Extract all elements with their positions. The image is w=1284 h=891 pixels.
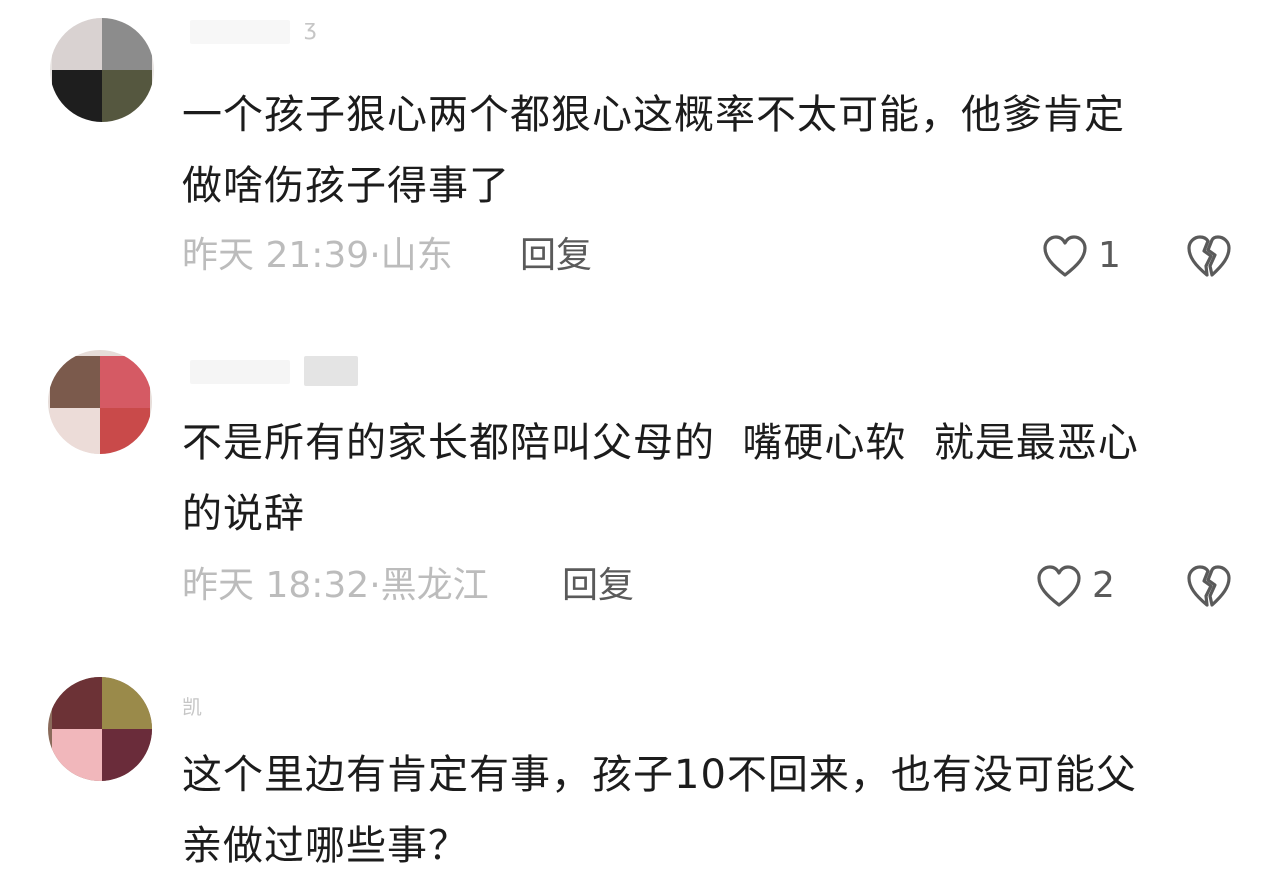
like-button[interactable]: 2 (1036, 561, 1115, 611)
avatar[interactable] (48, 350, 152, 454)
like-button[interactable]: 1 (1042, 231, 1121, 281)
comment-text: 这个里边有肯定有事，孩子10不回来，也有没可能父 亲做过哪些事？ (182, 740, 1242, 882)
reply-button[interactable]: 回复 (562, 561, 634, 611)
avatar-mosaic (52, 677, 152, 781)
username[interactable]: 凯 (182, 692, 202, 722)
comment-meta: 昨天 21:39·山东 (182, 231, 453, 281)
comment-time: 昨天 18:32· (182, 565, 381, 606)
reply-button[interactable]: 回复 (520, 231, 592, 281)
comment-text: 一个孩子狠心两个都狠心这概率不太可能，他爹肯定 做啥伤孩子得事了 (182, 80, 1242, 222)
comment-text-line: 的说辞 (182, 491, 305, 537)
comment-location: 黑龙江 (380, 565, 489, 606)
comment-meta: 昨天 18:32·黑龙江 (182, 561, 489, 611)
comment-text-line: 这个里边有肯定有事，孩子10不回来，也有没可能父 (182, 752, 1137, 798)
like-count: 2 (1092, 565, 1115, 606)
comment-time: 昨天 21:39· (182, 235, 381, 276)
like-count: 1 (1098, 235, 1121, 276)
avatar[interactable] (48, 677, 152, 781)
comment-text-line: 一个孩子狠心两个都狠心这概率不太可能，他爹肯定 (182, 92, 1125, 138)
comment-location: 山东 (380, 235, 453, 276)
broken-heart-icon (1187, 565, 1231, 607)
comment-text-line: 不是所有的家长都陪叫父母的 嘴硬心软 就是最恶心 (182, 420, 1139, 466)
comment-text-line: 做啥伤孩子得事了 (182, 163, 510, 209)
comment-item: 不是所有的家长都陪叫父母的 嘴硬心软 就是最恶心 的说辞 昨天 18:32·黑龙… (0, 300, 1284, 630)
broken-heart-icon (1187, 235, 1231, 277)
comment-text-line: 亲做过哪些事？ (182, 823, 469, 869)
heart-outline-icon (1037, 565, 1081, 607)
avatar[interactable] (50, 18, 154, 122)
comment-text: 不是所有的家长都陪叫父母的 嘴硬心软 就是最恶心 的说辞 (182, 408, 1242, 550)
username-blur (190, 20, 290, 44)
username-blur (190, 360, 290, 384)
username-blur (304, 356, 358, 386)
avatar-mosaic (52, 18, 152, 122)
heart-outline-icon (1043, 235, 1087, 277)
avatar-mosaic (50, 356, 150, 454)
dislike-button[interactable] (1184, 231, 1234, 281)
username[interactable]: ʒ (304, 14, 317, 44)
comment-item: ʒ 一个孩子狠心两个都狠心这概率不太可能，他爹肯定 做啥伤孩子得事了 昨天 21… (0, 0, 1284, 300)
dislike-button[interactable] (1184, 561, 1234, 611)
comment-item: 凯 这个里边有肯定有事，孩子10不回来，也有没可能父 亲做过哪些事？ (0, 630, 1284, 891)
